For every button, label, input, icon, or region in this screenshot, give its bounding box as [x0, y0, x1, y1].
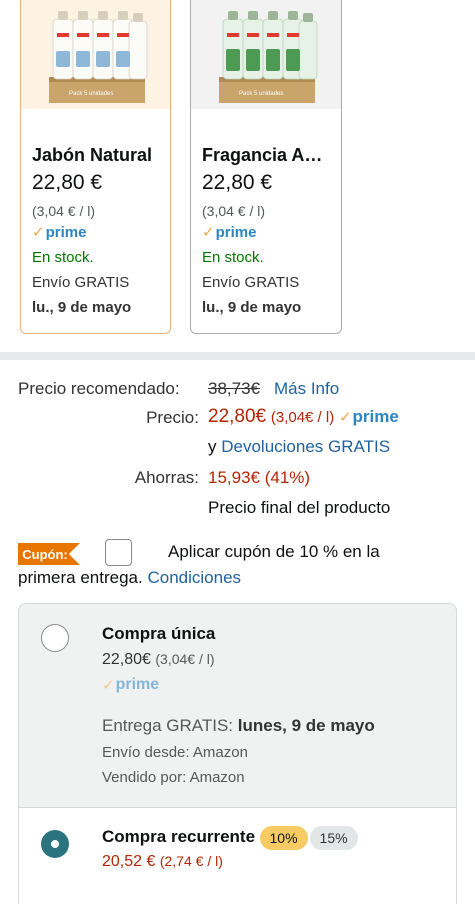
- variant-price: 22,80 €: [202, 171, 273, 194]
- shipping-info: Envío GRATIS: [202, 274, 300, 291]
- price-row: Precio: 22,80€ (3,04€ / l) ✓ prime: [0, 406, 475, 438]
- coupon-badge: Cupón:: [18, 543, 80, 565]
- savings-amount: 15,93€ (41%): [208, 468, 311, 487]
- option-title: Compra recurrente: [102, 827, 256, 847]
- variant-name: Fragancia A…: [202, 145, 323, 165]
- one-time-radio[interactable]: [41, 624, 69, 652]
- section-divider: [0, 352, 475, 360]
- final-price-note: Precio final del producto: [208, 498, 391, 517]
- shipping-info: Envío GRATIS: [32, 274, 130, 291]
- option-unit-price: (2,74 € / l): [159, 853, 223, 869]
- list-price-row: Precio recomendado: 38,73€ Más Info: [0, 379, 475, 409]
- list-price-label: Precio recomendado:: [18, 379, 180, 398]
- prime-check-icon: ✓: [32, 224, 45, 241]
- returns-row: y Devoluciones GRATIS: [0, 437, 475, 467]
- variant-name: Jabón Natural: [32, 145, 153, 165]
- savings-label: Ahorras:: [134, 468, 199, 487]
- current-price: 22,80€: [208, 406, 267, 427]
- discount-tag-selected[interactable]: 10%: [259, 826, 308, 850]
- product-image: Pack 5 unidades: [21, 0, 170, 109]
- variant-selector: Pack 5 unidades Jabón Natural 22,80 € (3…: [0, 0, 475, 352]
- coupon-checkbox[interactable]: [105, 539, 132, 566]
- savings-row: Ahorras: 15,93€ (41%): [0, 468, 475, 498]
- coupon-conditions-link[interactable]: Condiciones: [147, 568, 241, 587]
- variant-card-jabon-natural[interactable]: Pack 5 unidades Jabón Natural 22,80 € (3…: [20, 0, 171, 334]
- option-recurring-purchase[interactable]: Compra recurrente 10% 15% 20,52 € (2,74 €…: [19, 807, 456, 904]
- delivery-date: lu., 9 de mayo: [202, 299, 302, 316]
- option-unit-price: (3,04€ / l): [155, 651, 215, 667]
- prime-check-icon: ✓: [102, 677, 115, 694]
- prime-badge: ✓ prime: [338, 407, 399, 426]
- stock-status: En stock.: [202, 249, 264, 266]
- price-label: Precio:: [146, 408, 199, 427]
- prime-check-icon: ✓: [338, 409, 352, 426]
- ships-from: Envío desde: Amazon: [102, 744, 248, 761]
- product-image: Pack 5 unidades: [191, 0, 341, 109]
- final-price-note-row: Precio final del producto: [0, 498, 475, 528]
- purchase-options: Compra única 22,80€ (3,04€ / l) ✓ prime …: [18, 603, 457, 904]
- prime-badge: ✓ prime: [102, 676, 160, 694]
- delivery-date: lu., 9 de mayo: [32, 299, 132, 316]
- coupon-section: Cupón: Aplicar cupón de 10 % en la prime…: [0, 538, 475, 594]
- pack-label: Pack 5 unidades: [239, 91, 284, 97]
- variant-price: 22,80 €: [32, 171, 103, 194]
- prime-check-icon: ✓: [202, 224, 215, 241]
- delivery-label: Entrega GRATIS:: [102, 716, 234, 735]
- free-returns-link[interactable]: Devoluciones GRATIS: [221, 437, 390, 456]
- current-unit-price: (3,04€ / l): [270, 409, 335, 426]
- variant-unit-price: (3,04 € / l): [202, 203, 266, 219]
- variant-unit-price: (3,04 € / l): [32, 203, 96, 219]
- option-price: 22,80€: [102, 651, 151, 668]
- stock-status: En stock.: [32, 249, 94, 266]
- option-title: Compra única: [102, 624, 216, 643]
- prime-badge: ✓ prime: [202, 223, 257, 242]
- pack-label: Pack 5 unidades: [69, 91, 114, 97]
- delivery-date: lunes, 9 de mayo: [237, 716, 375, 735]
- recurring-radio[interactable]: [41, 830, 69, 858]
- list-price: 38,73€: [208, 379, 260, 398]
- discount-tag[interactable]: 15%: [309, 826, 358, 850]
- option-price: 20,52 €: [102, 853, 156, 870]
- coupon-text-line2: primera entrega.: [18, 568, 143, 587]
- coupon-text: Aplicar cupón de 10 % en la: [168, 542, 380, 561]
- sold-by: Vendido por: Amazon: [102, 769, 245, 786]
- variant-card-fragancia[interactable]: Pack 5 unidades Fragancia A… 22,80 € (3,…: [190, 0, 342, 334]
- option-one-time-purchase[interactable]: Compra única 22,80€ (3,04€ / l) ✓ prime …: [19, 604, 456, 807]
- prime-badge: ✓ prime: [32, 223, 87, 242]
- returns-prefix: y: [208, 437, 217, 456]
- more-info-link[interactable]: Más Info: [274, 379, 339, 399]
